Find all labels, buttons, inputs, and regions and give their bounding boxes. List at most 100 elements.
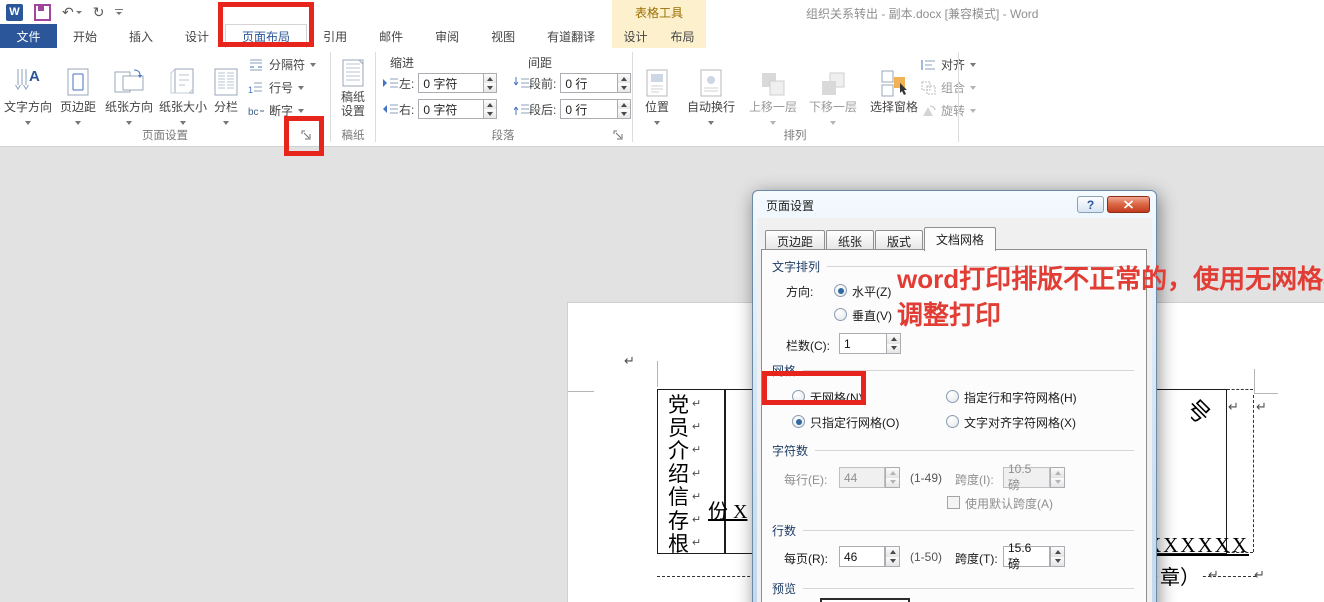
rotate-icon: [921, 104, 936, 118]
breaks-button[interactable]: 分隔符: [248, 56, 316, 73]
tab-mailings[interactable]: 邮件: [363, 24, 419, 48]
indent-right-row: 右: 0 字符: [382, 99, 497, 119]
pilcrow-mark: ↵: [692, 536, 701, 549]
indent-left-icon: [382, 76, 399, 90]
char-pitch-spinner: [1050, 467, 1065, 488]
group-objects-button[interactable]: 组合: [921, 79, 976, 96]
spacing-before-icon: [514, 76, 529, 90]
send-backward-button[interactable]: 下移一层: [805, 50, 861, 128]
table-tools-context-header: 表格工具: [612, 0, 706, 24]
columns-count-spinner[interactable]: [886, 333, 901, 354]
tab-insert[interactable]: 插入: [113, 24, 169, 48]
dialog-help-button[interactable]: ?: [1077, 196, 1104, 213]
dialog-close-button[interactable]: [1107, 196, 1150, 213]
chevron-down-icon: [298, 109, 304, 113]
pilcrow-mark: ↵: [1228, 399, 1239, 415]
orientation-button[interactable]: 纸张方向: [102, 50, 156, 128]
margin-mark: [1254, 393, 1278, 394]
align-button[interactable]: 对齐: [921, 56, 976, 73]
indent-right-icon: [382, 102, 399, 116]
selection-pane-icon: [865, 50, 923, 100]
pilcrow-mark: ↵: [692, 397, 701, 410]
dialog-tab-margins[interactable]: 页边距: [765, 230, 825, 251]
dialog-tab-layout[interactable]: 版式: [875, 230, 923, 251]
tab-table-design[interactable]: 设计: [612, 24, 659, 48]
radio-vertical-label[interactable]: 垂直(V): [852, 307, 892, 324]
close-icon: [1123, 200, 1134, 209]
indent-right-spinner[interactable]: [484, 99, 497, 119]
line-pitch-input[interactable]: 15.6 磅: [1003, 546, 1050, 567]
lines-per-page-input[interactable]: 46: [839, 546, 885, 567]
tab-youdao-translate[interactable]: 有道翻译: [531, 24, 611, 48]
radio-char-align-grid[interactable]: [946, 415, 959, 428]
breaks-icon: [248, 58, 264, 72]
table-gridline: [724, 390, 726, 553]
line-pitch-spinner[interactable]: [1050, 546, 1065, 567]
spacing-after-spinner[interactable]: [618, 99, 631, 119]
annotation-text-line1: word打印排版不正常的，使用无网格模式: [897, 259, 1324, 296]
radio-char-align-grid-label[interactable]: 文字对齐字符网格(X): [964, 414, 1076, 431]
position-button[interactable]: 位置: [637, 50, 677, 128]
char-pitch-input: 10.5 磅: [1003, 467, 1050, 488]
radio-vertical[interactable]: [834, 308, 847, 321]
spacing-before-spinner[interactable]: [618, 73, 631, 93]
selection-pane-button[interactable]: 选择窗格: [865, 50, 923, 114]
bring-forward-button[interactable]: 上移一层: [745, 50, 801, 128]
group-manuscript: 稿纸 设置 稿纸: [331, 48, 375, 146]
group-paragraph: 缩进 间距 左: 0 字符 右: 0 字符 段前: 0 行: [376, 48, 630, 146]
undo-button[interactable]: ↶: [62, 5, 82, 19]
table-tools-tab-strip: 设计 布局: [612, 24, 706, 48]
chevron-down-icon: [310, 63, 316, 67]
redo-icon[interactable]: ↻: [93, 5, 105, 19]
chevron-down-icon: [223, 121, 229, 125]
columns-button[interactable]: 分栏: [208, 50, 244, 128]
annotation-box-dialog-launcher: [284, 116, 324, 156]
spacing-after-input[interactable]: 0 行: [560, 99, 618, 119]
wrap-text-button[interactable]: 自动换行: [681, 50, 741, 128]
radio-line-grid-only[interactable]: [792, 415, 805, 428]
default-pitch-checkbox[interactable]: [947, 496, 960, 509]
radio-line-char-grid-label[interactable]: 指定行和字符网格(H): [964, 389, 1077, 406]
paper-size-button[interactable]: 纸张大小: [158, 50, 208, 128]
rotate-button[interactable]: 旋转: [921, 102, 976, 119]
paragraph-dialog-launcher[interactable]: [612, 129, 624, 141]
dialog-tab-paper[interactable]: 纸张: [826, 230, 874, 251]
margin-mark: [568, 391, 594, 392]
pilcrow-mark: ↵: [692, 513, 701, 526]
text-direction-button[interactable]: A 文字方向: [2, 50, 54, 128]
indent-right-input[interactable]: 0 字符: [418, 99, 484, 119]
tab-table-layout[interactable]: 布局: [659, 24, 706, 48]
paper-size-icon: [158, 50, 208, 100]
indent-left-spinner[interactable]: [484, 73, 497, 93]
manuscript-setup-button[interactable]: 稿纸 设置: [333, 50, 373, 118]
default-pitch-checkbox-label[interactable]: 使用默认跨度(A): [965, 495, 1053, 512]
save-icon[interactable]: [34, 4, 51, 21]
lines-per-page-spinner[interactable]: [885, 546, 900, 567]
columns-count-input[interactable]: 1: [839, 333, 887, 354]
radio-horizontal[interactable]: [834, 284, 847, 297]
radio-line-char-grid[interactable]: [946, 390, 959, 403]
spacing-before-input[interactable]: 0 行: [560, 73, 618, 93]
chevron-down-icon: [75, 121, 81, 125]
tab-references[interactable]: 引用: [307, 24, 363, 48]
chevron-down-icon: [654, 121, 660, 125]
word-logo-icon[interactable]: W: [6, 4, 23, 21]
line-numbers-button[interactable]: 1 行号: [248, 79, 304, 96]
group-arrange: 位置 自动换行 上移一层 下移一层: [633, 48, 957, 146]
tab-file[interactable]: 文件: [0, 24, 57, 48]
bar-icon: [115, 9, 123, 11]
tab-view[interactable]: 视图: [475, 24, 531, 48]
radio-horizontal-label[interactable]: 水平(Z): [852, 283, 891, 300]
margins-button[interactable]: 页边距: [56, 50, 100, 128]
radio-line-grid-only-label[interactable]: 只指定行网格(O): [810, 414, 899, 431]
align-icon: [921, 58, 936, 72]
group-separator: [958, 52, 959, 142]
wrap-text-icon: [681, 50, 741, 100]
dialog-tab-document-grid[interactable]: 文档网格: [924, 227, 996, 251]
pilcrow-mark: ↵: [692, 420, 701, 433]
tab-review[interactable]: 审阅: [419, 24, 475, 48]
customize-qat-button[interactable]: [115, 9, 123, 16]
tab-home[interactable]: 开始: [57, 24, 113, 48]
indent-left-input[interactable]: 0 字符: [418, 73, 484, 93]
tab-design[interactable]: 设计: [169, 24, 225, 48]
